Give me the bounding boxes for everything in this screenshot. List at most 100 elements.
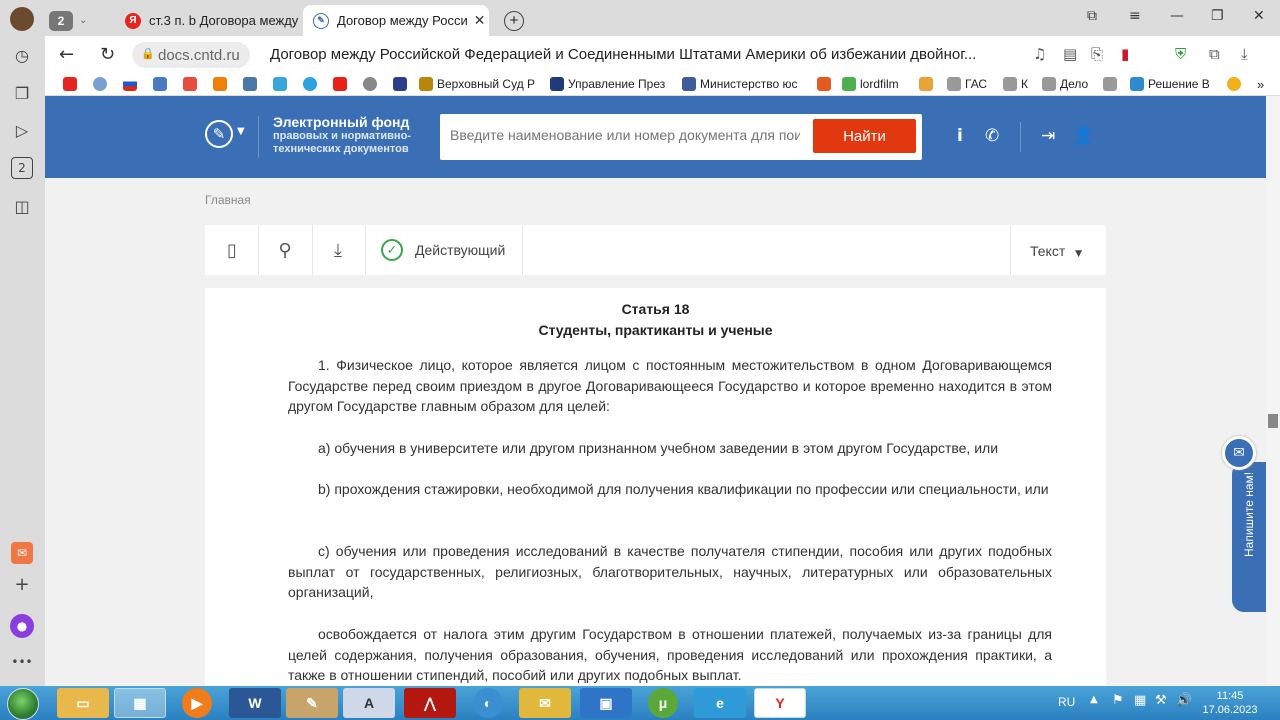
- ok-bookmark-icon[interactable]: [213, 77, 227, 91]
- app-icon[interactable]: ◐: [473, 688, 503, 718]
- tab-active-document[interactable]: ✎ Договор между Росси ✕: [303, 5, 489, 36]
- protect-icon[interactable]: ⛨: [1175, 45, 1186, 63]
- collections-icon[interactable]: ❐: [11, 82, 33, 104]
- language-indicator[interactable]: RU: [1058, 695, 1075, 709]
- restore-icon[interactable]: ❐: [1211, 8, 1224, 24]
- video-call-icon[interactable]: ▣: [580, 688, 632, 718]
- media-player-icon[interactable]: ▶: [182, 688, 212, 718]
- youtube-bookmark-icon[interactable]: [333, 77, 347, 91]
- address-domain[interactable]: 🔒 docs.cntd.ru: [132, 42, 250, 68]
- search-icon[interactable]: ⚲: [273, 238, 297, 262]
- font-viewer-icon[interactable]: A: [343, 688, 395, 718]
- bookmark-panel-icon[interactable]: ⧉: [1087, 8, 1097, 24]
- login-icon[interactable]: ⇥: [1041, 126, 1055, 146]
- bookmark-item[interactable]: Министерство юс: [682, 77, 797, 91]
- volume-icon[interactable]: 🔊: [1176, 693, 1192, 708]
- explorer-icon[interactable]: ▭: [57, 688, 109, 718]
- address-bar-row: ← ↻ 🔒 docs.cntd.ru Договор между Российс…: [45, 36, 1280, 74]
- reload-icon[interactable]: ↻: [100, 44, 115, 65]
- breadcrumb[interactable]: Главная: [205, 193, 251, 207]
- yandex-bookmark-icon[interactable]: [63, 77, 77, 91]
- site-bookmark-icon[interactable]: [273, 77, 287, 91]
- site-bookmark-icon[interactable]: [817, 77, 831, 91]
- chat-widget-label[interactable]: Напишите нам!: [1242, 472, 1256, 557]
- yandex-browser-icon[interactable]: Y: [754, 688, 806, 718]
- globe-bookmark-icon[interactable]: [93, 77, 107, 91]
- tab-yandex-search[interactable]: Я ст.3 п. b Договора между: [115, 5, 299, 36]
- ie-icon[interactable]: e: [694, 688, 746, 718]
- media-play-icon[interactable]: ▷: [11, 119, 33, 141]
- start-button[interactable]: [7, 688, 39, 720]
- extensions-icon[interactable]: ⧉: [1209, 45, 1220, 63]
- network-icon[interactable]: ⚑: [1112, 693, 1124, 708]
- paragraph: b) прохождения стажировки, необходимой д…: [318, 481, 1049, 497]
- paragraph: освобождается от налога этим другим Госу…: [288, 626, 1052, 684]
- paint-icon[interactable]: ✎: [286, 688, 338, 718]
- bookmark-icon[interactable]: ▮: [1121, 45, 1129, 63]
- downloads-icon[interactable]: ⤓: [1241, 45, 1248, 63]
- caret-down-icon[interactable]: ▼: [237, 126, 245, 137]
- back-icon[interactable]: ←: [59, 44, 74, 65]
- info-icon[interactable]: i: [957, 126, 963, 146]
- iz-bookmark-icon[interactable]: [393, 77, 407, 91]
- logo-icon[interactable]: ✎: [205, 120, 233, 148]
- vk-bookmark-icon[interactable]: [243, 77, 257, 91]
- more-bookmarks-icon[interactable]: »: [1257, 77, 1264, 92]
- tab-group[interactable]: 2 ⌄: [45, 5, 103, 36]
- bookmark-item[interactable]: Решение В: [1130, 77, 1210, 91]
- translate-icon[interactable]: ⎘: [1091, 45, 1103, 63]
- view-mode-select[interactable]: Текст ▼: [1030, 243, 1082, 259]
- profile-avatar[interactable]: [10, 7, 34, 31]
- address-page-title[interactable]: Договор между Российской Федерацией и Со…: [270, 46, 976, 63]
- screenshot-icon[interactable]: ◫: [11, 195, 33, 217]
- document-body: Статья 18 Студенты, практиканты и ученые…: [205, 288, 1106, 688]
- messenger-icon[interactable]: ✉: [519, 688, 571, 718]
- pdf-reader-icon[interactable]: ⋀: [404, 688, 456, 718]
- reader-mode-icon[interactable]: ▤: [1063, 45, 1077, 63]
- site-bookmark-icon[interactable]: [919, 77, 933, 91]
- site-bookmark-icon[interactable]: [363, 77, 377, 91]
- security-icon[interactable]: ▦: [1134, 693, 1146, 708]
- headphones-icon[interactable]: ♫: [1033, 45, 1046, 63]
- contents-icon[interactable]: ▯: [220, 238, 244, 262]
- minimize-icon[interactable]: —: [1170, 8, 1184, 24]
- tray-expand-icon[interactable]: ▲: [1090, 694, 1098, 705]
- bookmark-item[interactable]: К: [1003, 77, 1028, 91]
- site-bookmark-icon[interactable]: [153, 77, 167, 91]
- utorrent-icon[interactable]: μ: [648, 688, 678, 718]
- bookmark-item[interactable]: lordfilm: [842, 77, 899, 91]
- search-input[interactable]: [450, 127, 800, 143]
- article-title: Студенты, практиканты и ученые: [538, 322, 773, 338]
- bookmark-item[interactable]: Управление През: [550, 77, 665, 91]
- telegram-bookmark-icon[interactable]: [303, 77, 317, 91]
- history-icon[interactable]: ◷: [11, 44, 33, 66]
- download-icon[interactable]: ⤓: [326, 238, 350, 262]
- flag-bookmark-icon[interactable]: [123, 77, 137, 91]
- app-tray-icon[interactable]: ⚒: [1155, 693, 1167, 708]
- system-clock[interactable]: 11:45 17.06.2023: [1200, 689, 1260, 717]
- register-user-icon[interactable]: 👤: [1073, 126, 1094, 146]
- desktop-app-icon[interactable]: ▦: [114, 688, 166, 718]
- page-scrollbar[interactable]: [1266, 96, 1280, 686]
- scales-bookmark-icon[interactable]: [1103, 77, 1117, 91]
- mail-icon[interactable]: ✉: [11, 542, 33, 564]
- chat-mail-icon[interactable]: ✉: [1222, 436, 1256, 470]
- word-icon[interactable]: W: [229, 688, 281, 718]
- search-button[interactable]: Найти: [813, 119, 916, 153]
- alice-icon[interactable]: ●: [10, 614, 34, 638]
- bookmark-item[interactable]: Дело: [1042, 77, 1088, 91]
- bookmark-item[interactable]: ГАС: [947, 77, 987, 91]
- bookmark-item[interactable]: Верховный Суд Р: [419, 77, 535, 91]
- close-window-icon[interactable]: ✕: [1253, 8, 1265, 24]
- add-icon[interactable]: +: [11, 573, 33, 595]
- site-bookmark-icon[interactable]: [1227, 77, 1241, 91]
- yandex-icon: Я: [125, 12, 141, 29]
- more-icon[interactable]: •••: [11, 651, 33, 673]
- scrollbar-thumb[interactable]: [1268, 414, 1278, 428]
- menu-icon[interactable]: ≡: [1129, 8, 1141, 24]
- mail-bookmark-icon[interactable]: [183, 77, 197, 91]
- phone-icon[interactable]: ✆: [985, 126, 999, 146]
- tabs-count-icon[interactable]: 2: [11, 157, 33, 179]
- new-tab-button[interactable]: +: [497, 5, 531, 36]
- close-tab-icon[interactable]: ✕: [468, 12, 486, 29]
